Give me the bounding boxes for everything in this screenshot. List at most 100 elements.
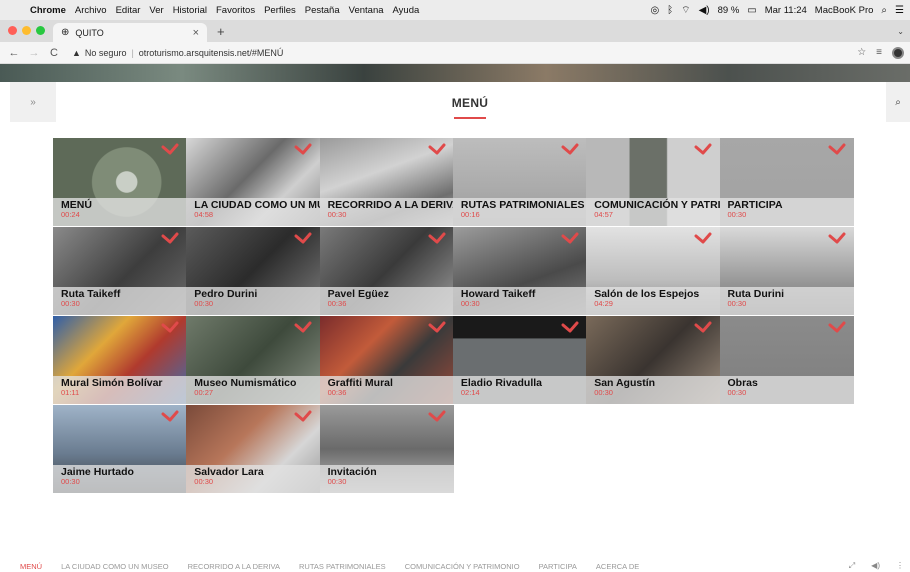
menu-ver[interactable]: Ver: [149, 5, 163, 16]
tile-caption: Obras 00:30: [719, 376, 854, 404]
tile-title: COMUNICACIÓN Y PATRIMONIO: [594, 199, 721, 211]
video-tile[interactable]: Pedro Durini 00:30: [186, 227, 321, 315]
checkmark-icon: [694, 321, 712, 333]
spotlight-icon[interactable]: ⌕: [881, 5, 887, 16]
video-tile[interactable]: RECORRIDO A LA DERIVA 00:30: [319, 138, 454, 226]
video-tile[interactable]: Pavel Egüez 00:36: [319, 227, 454, 315]
battery-icon[interactable]: ▭: [747, 5, 756, 16]
siri-icon[interactable]: ◎: [650, 5, 659, 16]
new-tab-button[interactable]: +: [207, 24, 235, 42]
video-tile[interactable]: COMUNICACIÓN Y PATRIMONIO04:57: [586, 138, 721, 226]
video-tile[interactable]: San Agustín 00:30: [586, 316, 721, 404]
tile-caption: COMUNICACIÓN Y PATRIMONIO04:57: [586, 198, 721, 226]
video-tile[interactable]: PARTICIPA 00:30: [719, 138, 854, 226]
tab-bar: ⊕ QUITO × + ⌄: [0, 20, 910, 42]
menu-perfiles[interactable]: Perfiles: [264, 5, 296, 16]
tile-title: Museo Numismático: [194, 377, 297, 389]
volume-icon[interactable]: ◀): [699, 5, 710, 16]
checkmark-icon: [161, 143, 179, 155]
footer-link-rutas[interactable]: RUTAS PATRIMONIALES: [299, 562, 386, 571]
video-tile[interactable]: Obras 00:30: [719, 316, 854, 404]
tile-caption: Howard Taikeff 00:30: [452, 287, 587, 315]
tile-title: Ruta Taikeff: [61, 288, 121, 300]
tile-caption: RUTAS PATRIMONIALES 00:16: [452, 198, 587, 226]
menu-ventana[interactable]: Ventana: [349, 5, 384, 16]
video-tile[interactable]: Ruta Taikeff 00:30: [53, 227, 187, 315]
sound-icon[interactable]: ◀): [871, 561, 880, 571]
checkmark-icon: [828, 321, 845, 333]
search-button[interactable]: ⌕: [886, 82, 910, 122]
video-tile[interactable]: Eladio Rivadulla 02:14: [452, 316, 587, 404]
tile-duration: 00:30: [194, 299, 214, 308]
video-tile[interactable]: Ruta Durini 00:30: [719, 227, 854, 315]
tile-title: Eladio Rivadulla: [460, 377, 542, 389]
more-icon[interactable]: ⋮: [896, 561, 904, 571]
footer-link-acerca[interactable]: ACERCA DE: [596, 562, 639, 571]
video-tile[interactable]: Museo Numismático 00:27: [186, 316, 321, 404]
video-tile[interactable]: Salvador Lara 00:30: [186, 405, 321, 493]
tile-title: RECORRIDO A LA DERIVA: [327, 199, 454, 211]
tile-caption: MENÚ 00:24: [53, 198, 187, 226]
footer-link-comunicacion[interactable]: COMUNICACIÓN Y PATRIMONIO: [405, 562, 520, 571]
menu-chrome[interactable]: Chrome: [30, 5, 66, 16]
url-field[interactable]: ▲ No seguro | otroturismo.arsquitensis.n…: [72, 48, 283, 58]
bluetooth-icon[interactable]: ᛒ: [667, 5, 673, 16]
title-underline: [454, 117, 486, 119]
minimize-window-button[interactable]: [22, 26, 31, 35]
tab-search-chevron-icon[interactable]: ⌄: [897, 27, 910, 42]
video-tile[interactable]: Jaime Hurtado 00:30: [53, 405, 187, 493]
footer-link-participa[interactable]: PARTICIPA: [539, 562, 577, 571]
menu-ayuda[interactable]: Ayuda: [393, 5, 420, 16]
control-center-icon[interactable]: ☰: [895, 5, 904, 16]
toolbar-right: ☆ ≡: [857, 46, 904, 59]
checkmark-icon: [561, 143, 579, 155]
tile-title: RUTAS PATRIMONIALES: [460, 199, 585, 211]
footer-link-recorrido[interactable]: RECORRIDO A LA DERIVA: [188, 562, 280, 571]
os-menubar: Chrome Archivo Editar Ver Historial Favo…: [0, 0, 910, 20]
clock[interactable]: Mar 11:24: [765, 5, 807, 16]
back-button[interactable]: ←: [6, 47, 22, 59]
tile-duration: 00:30: [194, 477, 214, 486]
security-label[interactable]: No seguro: [85, 48, 127, 58]
battery-percent: 89 %: [717, 4, 740, 16]
footer-link-ciudad-museo[interactable]: LA CIUDAD COMO UN MUSEO: [61, 562, 169, 571]
video-tile[interactable]: Invitación 00:30: [319, 405, 454, 493]
device-name[interactable]: MacBooK Pro: [815, 5, 874, 16]
menu-pestana[interactable]: Pestaña: [305, 5, 340, 16]
tile-caption: Jaime Hurtado 00:30: [53, 465, 187, 493]
video-tile[interactable]: MENÚ 00:24: [53, 138, 187, 226]
browser-tab[interactable]: ⊕ QUITO ×: [53, 23, 207, 42]
video-tile[interactable]: Howard Taikeff 00:30: [452, 227, 587, 315]
video-tile[interactable]: RUTAS PATRIMONIALES 00:16: [452, 138, 587, 226]
menu-historial[interactable]: Historial: [173, 5, 207, 16]
video-tile[interactable]: Graffiti Mural 00:36: [319, 316, 454, 404]
tile-duration: 00:36: [327, 388, 347, 397]
wifi-icon[interactable]: ⌔: [681, 4, 690, 17]
checkmark-icon: [294, 232, 312, 244]
tile-caption: San Agustín 00:30: [586, 376, 721, 404]
menu-favoritos[interactable]: Favoritos: [216, 5, 255, 16]
video-tile[interactable]: Mural Simón Bolívar 01:11: [53, 316, 187, 404]
page-header: » MENÚ ⌕: [0, 82, 910, 122]
close-window-button[interactable]: [8, 26, 17, 35]
reading-list-icon[interactable]: ≡: [876, 47, 882, 58]
bookmark-star-icon[interactable]: ☆: [857, 47, 866, 58]
menu-archivo[interactable]: Archivo: [75, 5, 107, 16]
checkmark-icon: [561, 232, 579, 244]
forward-button[interactable]: →: [26, 47, 42, 59]
menu-editar[interactable]: Editar: [116, 5, 141, 16]
tile-title: Graffiti Mural: [327, 377, 393, 389]
url-text[interactable]: otroturismo.arsquitensis.net/#MENÚ: [139, 48, 284, 58]
warning-icon[interactable]: ▲: [72, 48, 81, 58]
fullscreen-window-button[interactable]: [36, 26, 45, 35]
checkmark-icon: [428, 410, 446, 422]
checkmark-icon: [694, 232, 712, 244]
fullscreen-icon[interactable]: ⤢: [849, 561, 855, 571]
video-tile[interactable]: LA CIUDAD COMO UN MUSEO04:58: [186, 138, 321, 226]
reload-button[interactable]: C: [46, 47, 62, 59]
footer-link-menu[interactable]: MENÚ: [20, 562, 42, 571]
tile-duration: 02:14: [460, 388, 480, 397]
video-tile[interactable]: Salón de los Espejos 04:29: [586, 227, 721, 315]
profile-avatar[interactable]: [892, 46, 904, 59]
close-tab-icon[interactable]: ×: [193, 27, 199, 39]
